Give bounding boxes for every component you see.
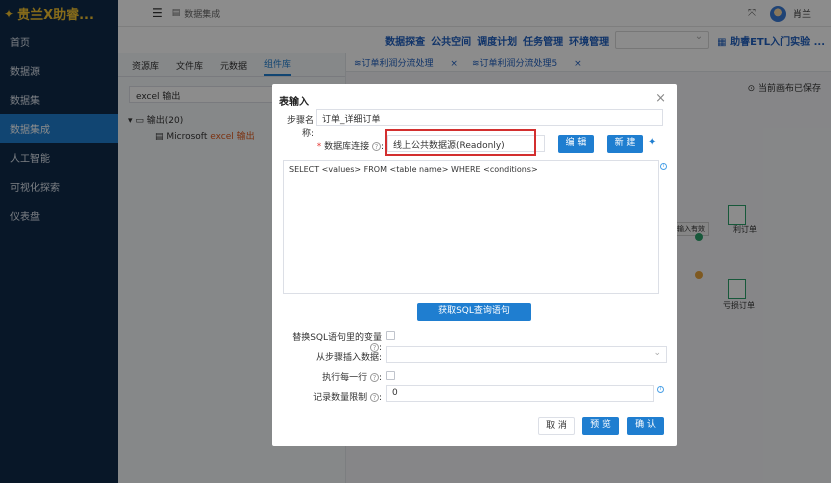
record-limit-input[interactable]: 0 xyxy=(386,385,654,402)
sql-info-icon: i xyxy=(660,163,667,170)
close-icon[interactable]: × xyxy=(655,91,666,106)
insert-from-step-select[interactable]: ⌄ xyxy=(386,346,667,363)
new-button[interactable]: 新 建 xyxy=(607,135,643,153)
table-input-dialog: 表输入 × 步骤名称: 订单_详细订单 * 数据库连接 ?: 线上公共数据源(R… xyxy=(272,84,677,446)
execute-each-row-checkbox[interactable] xyxy=(386,371,395,380)
dialog-title: 表输入 xyxy=(279,97,309,108)
chevron-down-icon: ⌄ xyxy=(653,348,661,358)
edit-button[interactable]: 编 辑 xyxy=(558,135,594,153)
cancel-button[interactable]: 取 消 xyxy=(538,417,575,435)
record-limit-label: 记录数量限制 ?: xyxy=(313,393,382,403)
wizard-icon[interactable]: ✦ xyxy=(648,137,656,148)
insert-from-step-label: 从步骤插入数据: xyxy=(315,353,382,363)
help-icon: ? xyxy=(369,373,379,382)
execute-each-row-label: 执行每一行 ?: xyxy=(322,373,382,383)
replace-var-checkbox[interactable] xyxy=(386,331,395,340)
confirm-button[interactable]: 确 认 xyxy=(627,417,664,435)
limit-info-icon: i xyxy=(657,386,664,393)
step-name-input[interactable]: 订单_详细订单 xyxy=(316,109,663,126)
db-connection-label: * 数据库连接 ?: xyxy=(316,142,384,152)
sql-editor[interactable]: SELECT <values> FROM <table name> WHERE … xyxy=(283,160,659,294)
step-name-label: 步骤名称: xyxy=(286,116,314,139)
highlight-box xyxy=(385,129,536,156)
preview-button[interactable]: 预 览 xyxy=(582,417,619,435)
help-icon: ? xyxy=(371,142,381,151)
help-icon: ? xyxy=(369,393,379,402)
get-sql-button[interactable]: 获取SQL查询语句 xyxy=(417,303,531,321)
